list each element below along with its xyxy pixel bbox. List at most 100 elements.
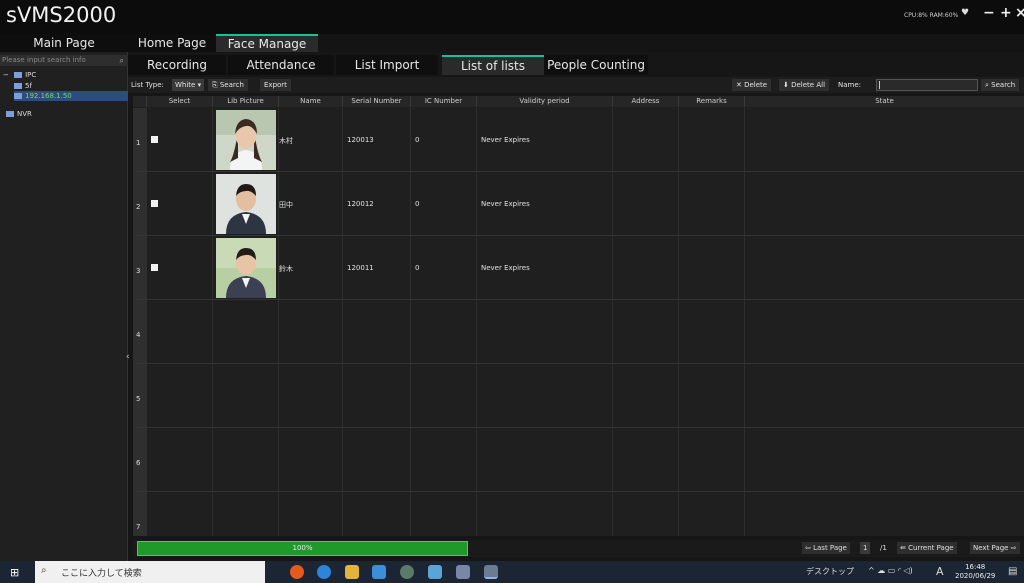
list-type-value: White bbox=[175, 81, 196, 89]
app-icon[interactable] bbox=[456, 565, 470, 579]
arrow-left-icon: ⇦ bbox=[805, 544, 811, 552]
close-icon: ✕ bbox=[736, 81, 742, 89]
row-serial: 120012 bbox=[347, 200, 374, 208]
page-total: /1 bbox=[880, 544, 887, 552]
last-page-button[interactable]: ⇦ Last Page bbox=[802, 542, 850, 554]
row-checkbox[interactable] bbox=[151, 200, 158, 207]
tree-node-5f[interactable]: 5f bbox=[14, 81, 32, 91]
search-icon: ⌕ bbox=[41, 565, 47, 576]
row-validity: Never Expires bbox=[481, 136, 530, 144]
tab-attendance[interactable]: Attendance bbox=[228, 55, 334, 75]
tree-node-nvr[interactable]: NVR bbox=[6, 109, 32, 119]
tab-main-page[interactable]: Main Page bbox=[0, 34, 128, 52]
clock-date: 2020/06/29 bbox=[955, 572, 996, 580]
search-button[interactable]: ⎘ Search bbox=[208, 79, 248, 91]
row-checkbox[interactable] bbox=[151, 136, 158, 143]
tree-node-ipc[interactable]: − IPC bbox=[3, 70, 36, 80]
next-page-button[interactable]: Next Page ⇨ bbox=[970, 542, 1020, 554]
row-name: 鈴木 bbox=[279, 265, 293, 273]
system-usage: CPU:8% RAM:60% bbox=[904, 12, 959, 19]
tab-home-page[interactable]: Home Page bbox=[128, 34, 216, 52]
tab-list-import[interactable]: List Import bbox=[336, 55, 438, 75]
taskbar-search-box[interactable]: ⌕ ここに入力して検索 bbox=[35, 561, 265, 583]
last-page-label: Last Page bbox=[813, 544, 847, 552]
delete-button[interactable]: ✕ Delete bbox=[732, 79, 772, 91]
search-right-button[interactable]: ⌕ Search bbox=[981, 79, 1020, 91]
search-right-button-label: Search bbox=[991, 81, 1016, 89]
maximize-button[interactable]: + bbox=[1000, 5, 1012, 21]
list-type-select[interactable]: White ▾ bbox=[172, 79, 205, 91]
mail-icon[interactable] bbox=[372, 565, 386, 579]
tree-node-camera[interactable]: 192.168.1.50 bbox=[14, 91, 128, 101]
table-row[interactable]: 3 鈴木 120011 0 Never Expires bbox=[133, 236, 1024, 300]
export-button[interactable]: Export bbox=[260, 79, 291, 91]
name-input[interactable] bbox=[876, 79, 978, 91]
device-tree-panel: Please input search info ⌕ − IPC 5f 192.… bbox=[0, 52, 130, 561]
chrome-icon[interactable] bbox=[290, 565, 304, 579]
table-row[interactable]: 7 bbox=[133, 492, 1024, 536]
svms-app-icon[interactable] bbox=[484, 565, 498, 579]
search-icon: ⎘ bbox=[212, 81, 218, 89]
table-row[interactable]: 1 木村 120013 0 Never Expires bbox=[133, 108, 1024, 172]
close-button[interactable]: × bbox=[1015, 5, 1024, 21]
app-icon[interactable] bbox=[428, 565, 442, 579]
app-icon[interactable] bbox=[400, 565, 414, 579]
row-checkbox[interactable] bbox=[151, 264, 158, 271]
table-row[interactable]: 4 bbox=[133, 300, 1024, 364]
ime-indicator[interactable]: A bbox=[936, 565, 944, 578]
minimize-button[interactable]: − bbox=[983, 5, 995, 21]
delete-all-button[interactable]: ⬇ Delete All bbox=[779, 79, 830, 91]
tree-node-label: 5f bbox=[25, 82, 32, 90]
taskbar-clock[interactable]: 16:48 2020/06/29 bbox=[955, 563, 995, 581]
row-name: 木村 bbox=[279, 137, 293, 145]
tab-list-of-lists[interactable]: List of lists bbox=[442, 55, 544, 75]
header-address: Address bbox=[613, 96, 679, 107]
table-row[interactable]: 5 bbox=[133, 364, 1024, 428]
header-select: Select bbox=[147, 96, 213, 107]
windows-start-icon[interactable]: ⊞ bbox=[10, 566, 19, 579]
tray-icons[interactable]: ^ ☁ ▭ ◜ ◁) bbox=[868, 566, 913, 575]
app-title: sVMS2000 bbox=[6, 3, 117, 27]
row-number: 7 bbox=[133, 492, 147, 536]
header-validity-period: Validity period bbox=[477, 96, 613, 107]
notification-icon[interactable]: ▤ bbox=[1008, 566, 1017, 577]
collapse-icon[interactable]: − bbox=[3, 71, 9, 79]
delete-button-label: Delete bbox=[744, 81, 768, 89]
tree-node-label: 192.168.1.50 bbox=[25, 92, 72, 100]
face-list-table: Select Lib Picture Name Serial Number IC… bbox=[133, 96, 1024, 536]
header-ic-number: IC Number bbox=[411, 96, 477, 107]
row-number: 1 bbox=[133, 108, 147, 171]
row-ic: 0 bbox=[415, 136, 420, 144]
heart-icon[interactable]: ♥ bbox=[961, 8, 969, 18]
table-row[interactable]: 2 田中 120012 0 Never Expires bbox=[133, 172, 1024, 236]
table-row[interactable]: 6 bbox=[133, 428, 1024, 492]
page-number-input[interactable]: 1 bbox=[860, 542, 871, 554]
current-page-button[interactable]: ⇚ Current Page bbox=[897, 542, 957, 554]
file-explorer-icon[interactable] bbox=[345, 565, 359, 579]
row-ic: 0 bbox=[415, 264, 420, 272]
tab-people-counting[interactable]: People Counting bbox=[544, 55, 648, 75]
header-rownum bbox=[133, 96, 147, 107]
row-number: 4 bbox=[133, 300, 147, 363]
search-button-label: Search bbox=[219, 81, 244, 89]
tree-node-label: IPC bbox=[25, 71, 37, 79]
row-serial: 120011 bbox=[347, 264, 374, 272]
tree-search-input[interactable]: Please input search info ⌕ bbox=[0, 55, 128, 66]
collapse-panel-arrow-icon[interactable]: ‹ bbox=[126, 352, 130, 362]
row-number: 5 bbox=[133, 364, 147, 427]
camera-group-icon bbox=[14, 72, 23, 78]
tab-recording[interactable]: Recording bbox=[128, 55, 226, 75]
search-icon[interactable]: ⌕ bbox=[120, 55, 124, 66]
edge-icon[interactable] bbox=[317, 565, 331, 579]
desktop-label[interactable]: デスクトップ bbox=[806, 566, 854, 577]
tab-face-manage[interactable]: Face Manage bbox=[216, 34, 318, 52]
row-ic: 0 bbox=[415, 200, 420, 208]
header-remarks: Remarks bbox=[679, 96, 745, 107]
list-toolbar: List Type: White ▾ ⎘ Search Export ✕ Del… bbox=[128, 77, 1024, 93]
face-photo bbox=[216, 238, 276, 298]
app-window: sVMS2000 CPU:8% RAM:60% ♥ − + × Main Pag… bbox=[0, 0, 1024, 561]
table-header: Select Lib Picture Name Serial Number IC… bbox=[133, 96, 1024, 107]
row-number: 3 bbox=[133, 236, 147, 299]
header-state: State bbox=[875, 97, 894, 105]
taskbar-search-placeholder: ここに入力して検索 bbox=[61, 569, 142, 579]
